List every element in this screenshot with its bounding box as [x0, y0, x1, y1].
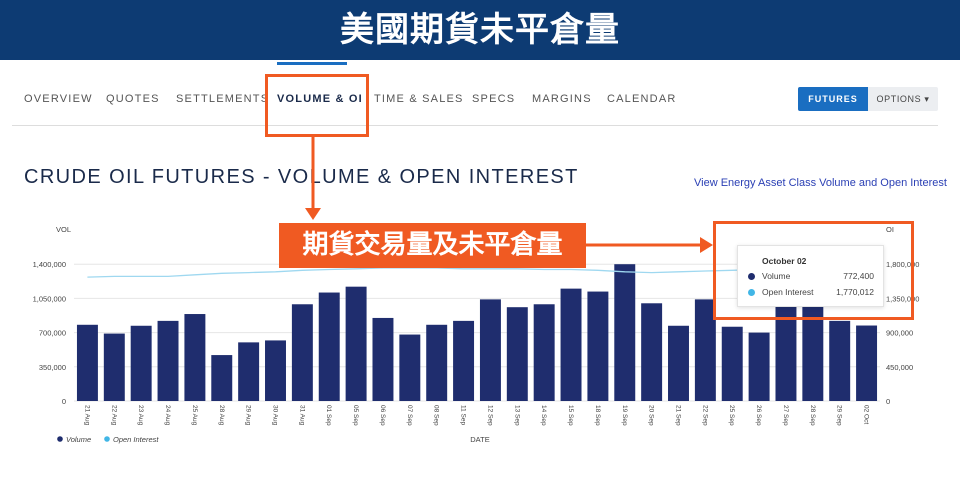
volume-bar — [560, 288, 582, 401]
volume-bar — [157, 320, 179, 401]
volume-bar — [748, 332, 770, 401]
x-tick-label: 28 Sep — [809, 405, 816, 426]
y-axis-title: VOL — [56, 225, 71, 234]
x-tick-label: 25 Sep — [728, 405, 735, 426]
x-tick-label: 29 Aug — [245, 405, 252, 426]
legend-open-interest-dot-icon — [104, 436, 110, 442]
volume-bar — [372, 317, 394, 401]
y2-tick-label: 900,000 — [886, 329, 913, 338]
volume-bar — [76, 324, 98, 401]
y2-tick-label: 450,000 — [886, 363, 913, 372]
y-tick-label: 1,050,000 — [33, 294, 66, 303]
volume-bar — [103, 333, 125, 401]
volume-bar — [211, 355, 233, 401]
volume-bar — [829, 320, 851, 401]
volume-bar — [856, 325, 878, 401]
x-tick-label: 19 Sep — [621, 405, 628, 426]
x-tick-label: 24 Aug — [164, 405, 171, 426]
volume-bar — [184, 314, 206, 401]
x-tick-label: 29 Sep — [836, 405, 843, 426]
volume-bar — [399, 334, 421, 401]
x-tick-label: 26 Sep — [755, 405, 762, 426]
y-tick-label: 1,400,000 — [33, 260, 66, 269]
x-tick-label: 12 Sep — [486, 405, 493, 426]
volume-bar — [426, 324, 448, 401]
x-tick-label: 30 Aug — [272, 405, 279, 426]
x-tick-label: 21 Aug — [83, 405, 90, 426]
volume-bar — [265, 340, 286, 401]
x-tick-label: 02 Oct — [863, 405, 870, 424]
volume-bar — [721, 326, 743, 401]
legend-volume-dot-icon — [57, 436, 63, 442]
x-tick-label: 31 Aug — [298, 405, 305, 426]
volume-bar — [641, 303, 663, 401]
x-tick-label: 28 Aug — [218, 405, 225, 426]
x-tick-label: 15 Sep — [567, 405, 574, 426]
y2-tick-label: 0 — [886, 397, 890, 406]
x-tick-label: 22 Aug — [110, 405, 117, 426]
volume-bar — [668, 325, 689, 401]
tooltip-highlight-box — [713, 221, 914, 320]
x-tick-label: 05 Sep — [352, 405, 359, 426]
legend-open-interest-label: Open Interest — [113, 435, 159, 444]
x-tick-label: 22 Sep — [701, 405, 708, 426]
x-tick-label: 23 Aug — [137, 405, 144, 426]
callout-label: 期貨交易量及未平倉量 — [279, 223, 586, 268]
volume-bar — [238, 342, 260, 401]
tab-highlight-box — [265, 74, 369, 137]
x-tick-label: 27 Sep — [782, 405, 789, 426]
x-tick-label: 11 Sep — [460, 405, 467, 426]
x-tick-label: 21 Sep — [675, 405, 682, 426]
y-tick-label: 700,000 — [39, 329, 66, 338]
x-tick-label: 08 Sep — [433, 405, 440, 426]
volume-bar — [318, 292, 340, 401]
x-tick-label: 18 Sep — [594, 405, 601, 426]
volume-bar — [614, 264, 636, 401]
volume-bar — [587, 291, 609, 401]
volume-bar — [345, 286, 367, 401]
legend-volume-label: Volume — [66, 435, 91, 444]
x-tick-label: 20 Sep — [648, 405, 655, 426]
x-axis-title: DATE — [470, 435, 489, 444]
volume-bar — [533, 304, 555, 401]
x-tick-label: 14 Sep — [540, 405, 547, 426]
volume-bar — [453, 320, 475, 401]
volume-bar — [506, 307, 528, 401]
volume-bar — [291, 304, 313, 401]
y-tick-label: 0 — [62, 397, 66, 406]
x-tick-label: 25 Aug — [191, 405, 198, 426]
x-tick-label: 13 Sep — [513, 405, 520, 426]
y-tick-label: 350,000 — [39, 363, 66, 372]
x-tick-label: 01 Sep — [325, 405, 332, 426]
x-tick-label: 06 Sep — [379, 405, 386, 426]
x-tick-label: 07 Sep — [406, 405, 413, 426]
volume-bar — [130, 325, 152, 401]
volume-bar — [479, 299, 501, 401]
